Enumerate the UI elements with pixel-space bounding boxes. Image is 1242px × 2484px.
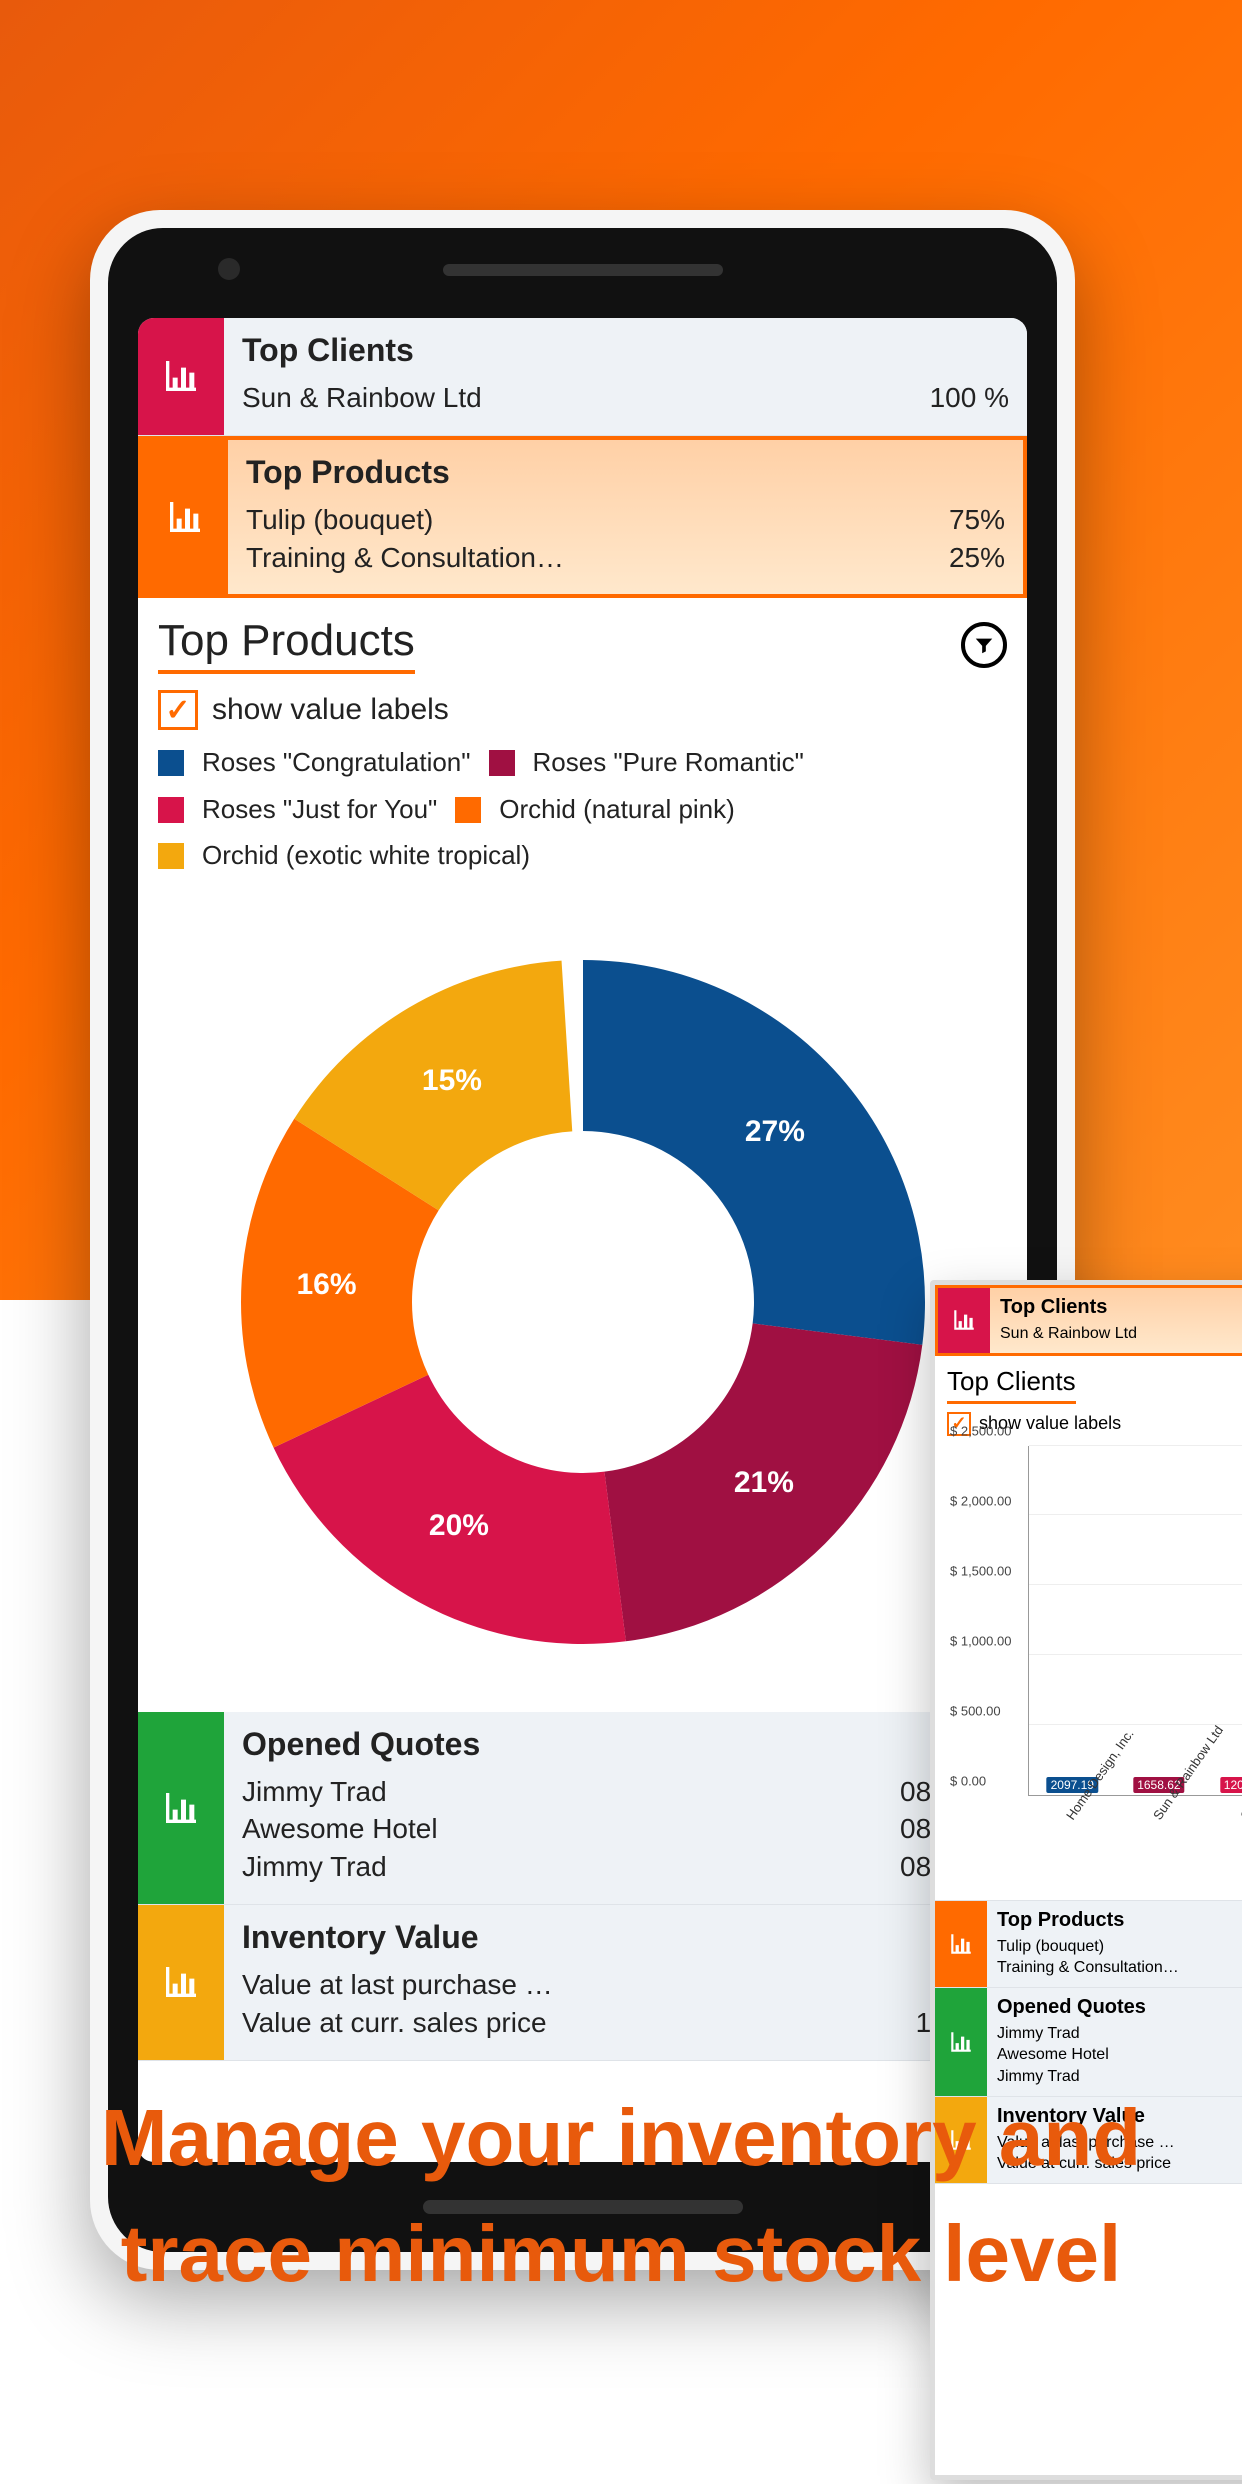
- legend-item: Roses "Pure Romantic": [489, 742, 804, 784]
- phone-screen: Top Clients Sun & Rainbow Ltd 100 % Top P…: [138, 318, 1027, 2162]
- card-top-clients[interactable]: Top Clients Sun & Rainbow Ltd100 %: [935, 1285, 1242, 1356]
- product-value: 75%: [949, 501, 1005, 539]
- quote-name: Awesome Hotel: [242, 1810, 438, 1848]
- legend-item: Roses "Congratulation": [158, 742, 471, 784]
- product-name: Tulip (bouquet): [997, 1936, 1104, 1958]
- section-header: Top Clients: [935, 1356, 1242, 1408]
- legend-item: Roses "Just for You": [158, 789, 437, 831]
- card-title: Top Clients: [1000, 1296, 1242, 1319]
- card-opened-quotes[interactable]: Opened Quotes Jimmy Trad08/15/20 Awesome…: [138, 1712, 1027, 1905]
- y-tick: $ 2,500.00: [950, 1423, 1011, 1438]
- legend-item: Orchid (natural pink): [455, 789, 735, 831]
- card-title: Top Products: [246, 454, 1005, 491]
- card-title: Opened Quotes: [997, 1996, 1242, 2019]
- card-inventory-value[interactable]: Inventory Value Value at last purchase ……: [138, 1905, 1027, 2061]
- legend-item: Orchid (exotic white tropical): [158, 835, 530, 877]
- filter-icon: [973, 634, 995, 656]
- card-top-products[interactable]: Top Products Tulip (bouquet) 75% Training…: [138, 436, 1027, 599]
- card-top-products[interactable]: Top Products Tulip (bouquet)75% Training…: [935, 1900, 1242, 1988]
- y-tick: $ 1,000.00: [950, 1633, 1011, 1648]
- bar-chart-icon: [142, 440, 228, 595]
- card-top-clients[interactable]: Top Clients Sun & Rainbow Ltd 100 %: [138, 318, 1027, 436]
- bar-chart-icon: [138, 318, 224, 435]
- filter-button[interactable]: [961, 622, 1007, 668]
- quote-name: Jimmy Trad: [242, 1773, 387, 1811]
- phone-frame: Top Clients Sun & Rainbow Ltd 100 % Top P…: [90, 210, 1075, 2270]
- y-tick: $ 2,000.00: [950, 1493, 1011, 1508]
- donut-value-label: 21%: [734, 1466, 794, 1500]
- inv-label: Value at curr. sales price: [242, 2004, 547, 2042]
- product-name: Tulip (bouquet): [246, 501, 433, 539]
- quote-name: Awesome Hotel: [997, 2044, 1109, 2066]
- section-title: Top Products: [158, 616, 415, 674]
- checkbox-label: show value labels: [212, 693, 449, 727]
- client-value: 100 %: [930, 379, 1009, 417]
- donut-value-label: 20%: [429, 1509, 489, 1543]
- y-tick: $ 0.00: [950, 1773, 986, 1788]
- y-tick: $ 1,500.00: [950, 1563, 1011, 1578]
- phone-camera: [218, 258, 240, 280]
- donut-value-label: 27%: [745, 1115, 805, 1149]
- bar-chart-icon: [138, 1905, 224, 2060]
- donut-slice[interactable]: [583, 960, 925, 1345]
- section-header: Top Products: [138, 598, 1027, 682]
- bar-chart-icon: [938, 1288, 990, 1353]
- bar-chart-icon: [138, 1712, 224, 1904]
- card-title: Top Clients: [242, 332, 1009, 369]
- client-name: Sun & Rainbow Ltd: [242, 379, 482, 417]
- product-name: Training & Consultation…: [246, 539, 564, 577]
- checkbox-show-labels[interactable]: ✓: [158, 690, 198, 730]
- card-title: Inventory Value: [242, 1919, 1009, 1956]
- product-value: 25%: [949, 539, 1005, 577]
- inv-label: Value at last purchase …: [242, 1966, 553, 2004]
- phone-speaker: [443, 264, 723, 276]
- donut-value-label: 15%: [422, 1064, 482, 1098]
- marketing-tagline: Manage your inventory and trace minimum …: [0, 2080, 1242, 2312]
- section-title: Top Clients: [947, 1366, 1076, 1404]
- bar-chart: $ 0.00 $ 500.00 $ 1,000.00 $ 1,500.00 $ …: [950, 1446, 1242, 1836]
- y-tick: $ 500.00: [950, 1703, 1001, 1718]
- client-name: Sun & Rainbow Ltd: [1000, 1323, 1137, 1345]
- chart-legend: Roses "Congratulation" Roses "Pure Romant…: [138, 742, 1027, 881]
- quote-name: Jimmy Trad: [997, 2023, 1080, 2045]
- donut-value-label: 16%: [296, 1268, 356, 1302]
- bar-value-label: 1203.86: [1220, 1777, 1242, 1793]
- quote-name: Jimmy Trad: [242, 1848, 387, 1886]
- bar-chart-icon: [935, 1901, 987, 1987]
- card-title: Opened Quotes: [242, 1726, 1009, 1763]
- product-name: Training & Consultation…: [997, 1957, 1179, 1979]
- donut-chart: 27% 21% 20% 16% 15%: [203, 922, 963, 1682]
- card-title: Top Products: [997, 1909, 1242, 1932]
